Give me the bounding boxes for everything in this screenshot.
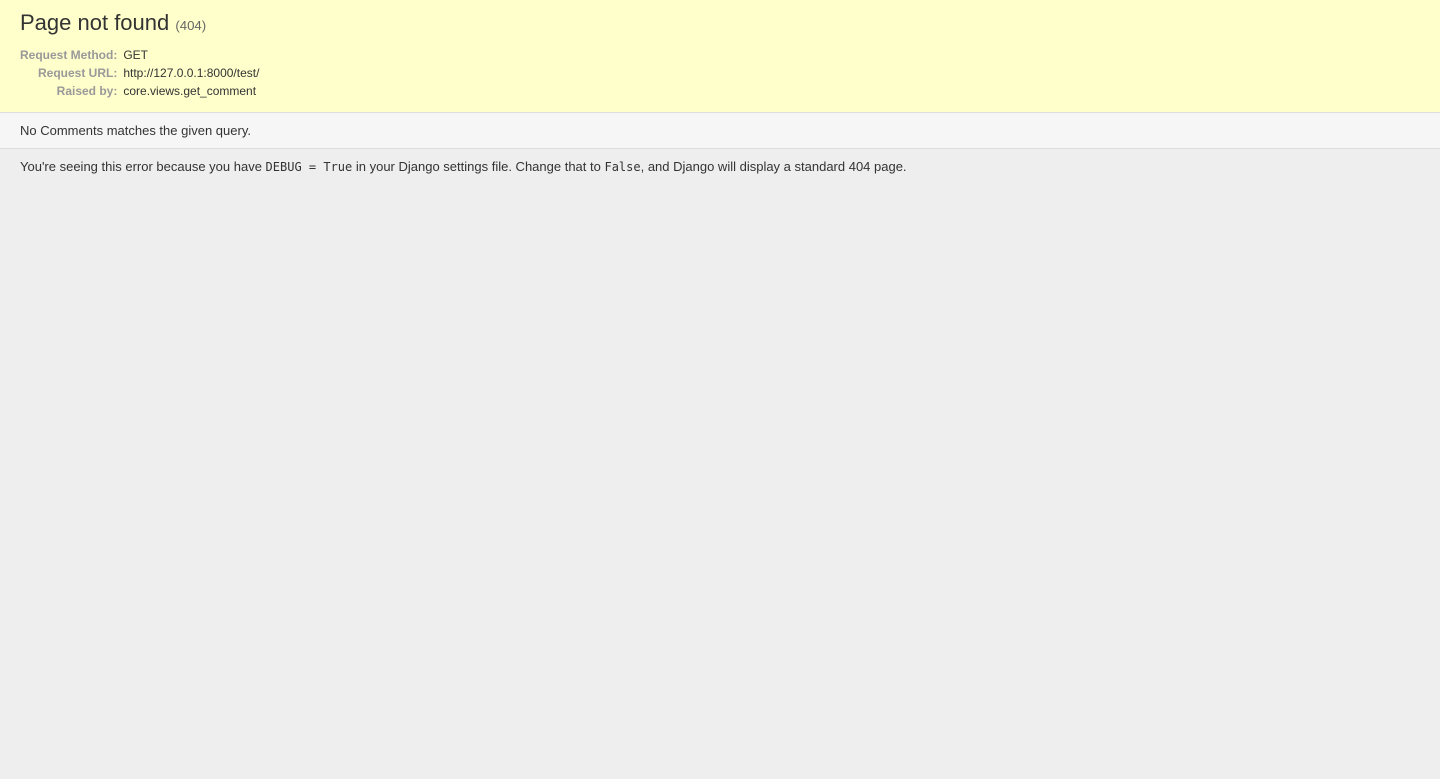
status-code: (404) bbox=[175, 18, 206, 33]
meta-row-raised-by: Raised by: core.views.get_comment bbox=[20, 82, 259, 100]
request-meta-table: Request Method: GET Request URL: http://… bbox=[20, 46, 259, 100]
error-summary: Page not found (404) Request Method: GET… bbox=[0, 0, 1440, 113]
meta-value-request-method: GET bbox=[123, 46, 259, 64]
meta-value-request-url: http://127.0.0.1:8000/test/ bbox=[123, 64, 259, 82]
meta-label-request-url: Request URL: bbox=[20, 64, 123, 82]
meta-value-raised-by: core.views.get_comment bbox=[123, 82, 259, 100]
meta-row-request-url: Request URL: http://127.0.0.1:8000/test/ bbox=[20, 64, 259, 82]
explanation-text: You're seeing this error because you hav… bbox=[20, 159, 1420, 174]
meta-row-request-method: Request Method: GET bbox=[20, 46, 259, 64]
title-text: Page not found bbox=[20, 10, 175, 35]
explanation-suffix: , and Django will display a standard 404… bbox=[641, 159, 907, 174]
info-section: No Comments matches the given query. bbox=[0, 113, 1440, 149]
page-title: Page not found (404) bbox=[20, 10, 1420, 46]
meta-label-request-method: Request Method: bbox=[20, 46, 123, 64]
false-code: False bbox=[604, 160, 640, 174]
explanation-middle: in your Django settings file. Change tha… bbox=[352, 159, 604, 174]
error-message: No Comments matches the given query. bbox=[20, 123, 1420, 138]
explanation-prefix: You're seeing this error because you hav… bbox=[20, 159, 266, 174]
explanation-section: You're seeing this error because you hav… bbox=[0, 149, 1440, 184]
debug-true-code: DEBUG = True bbox=[266, 160, 353, 174]
meta-label-raised-by: Raised by: bbox=[20, 82, 123, 100]
